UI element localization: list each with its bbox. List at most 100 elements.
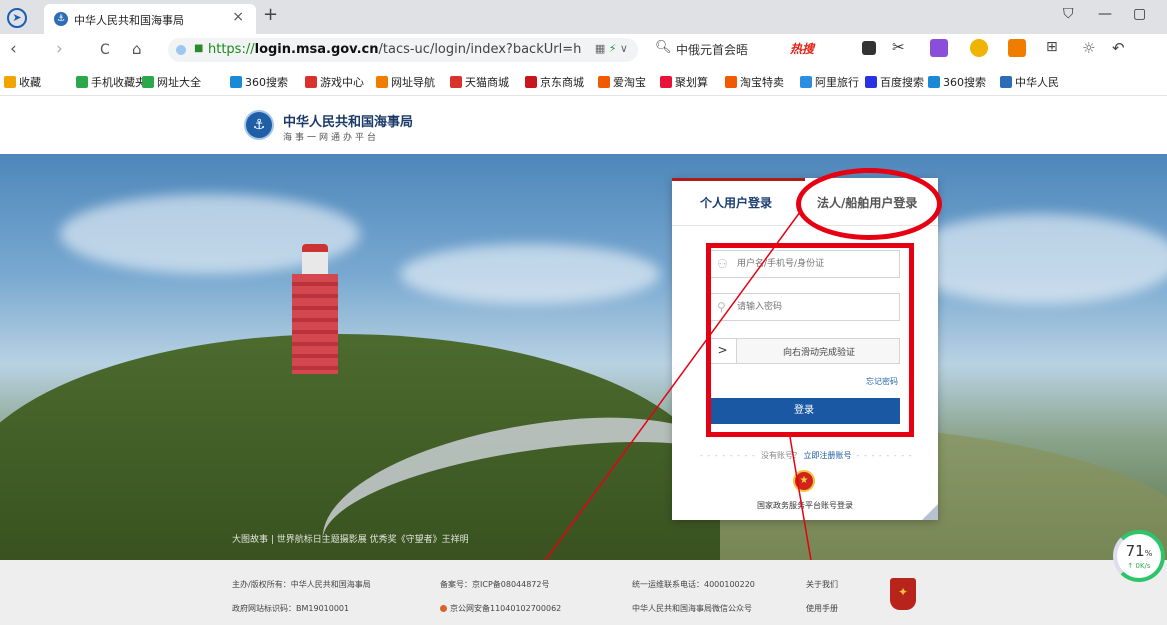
- bookmark-item[interactable]: 中华人民: [1000, 74, 1059, 90]
- bookmark-label: 百度搜索: [880, 76, 924, 89]
- cloud: [400, 244, 660, 304]
- bookmark-item[interactable]: 百度搜索: [865, 74, 924, 90]
- bookmark-icon: [142, 76, 154, 88]
- bookmark-item[interactable]: 天猫商城: [450, 74, 509, 90]
- photo-caption: 大图故事 | 世界航标日主题摄影展 优秀奖《守望者》王祥明: [232, 535, 469, 545]
- police-badge-icon: [440, 605, 447, 612]
- maximize-button[interactable]: ▢: [1133, 6, 1146, 22]
- bookmark-label: 手机收藏夹: [91, 76, 146, 89]
- footer-site-id: 政府网站标识码：BM19010001: [232, 604, 350, 613]
- gov-platform-login-link[interactable]: 国家政务服务平台账号登录: [672, 500, 938, 511]
- bookmark-icon: [660, 76, 672, 88]
- bookmark-icon: [865, 76, 877, 88]
- party-badge-icon[interactable]: ✦: [890, 578, 916, 610]
- url-text: https://login.msa.gov.cn/tacs-uc/login/i…: [208, 42, 582, 57]
- browser-titlebar: ➤ ⚓ 中华人民共和国海事局 × + ⛉ — ▢: [0, 0, 1167, 34]
- bookmark-item[interactable]: 爱淘宝: [598, 74, 646, 90]
- bookmark-label: 网址大全: [157, 76, 201, 89]
- bookmark-item[interactable]: 淘宝特卖: [725, 74, 784, 90]
- bookmark-item[interactable]: 网址导航: [376, 74, 435, 90]
- bookmark-icon: [376, 76, 388, 88]
- brightness-icon[interactable]: ☼: [1082, 39, 1100, 57]
- hero-banner: 大图故事 | 世界航标日主题摄影展 优秀奖《守望者》王祥明: [0, 154, 1167, 560]
- browser-tab[interactable]: ⚓ 中华人民共和国海事局 ×: [44, 4, 256, 34]
- tab-title: 中华人民共和国海事局: [74, 14, 184, 27]
- translate-icon[interactable]: [930, 39, 948, 57]
- annotation-rectangle: [706, 243, 914, 437]
- url-tools[interactable]: ▦ ⚡ ∨: [595, 42, 628, 55]
- forward-button[interactable]: ›: [56, 39, 63, 59]
- network-speed-widget[interactable]: 71% ↑ 0K/s: [1113, 530, 1165, 582]
- bookmark-icon: [450, 76, 462, 88]
- minimize-button[interactable]: —: [1098, 6, 1112, 22]
- bookmark-label: 淘宝特卖: [740, 76, 784, 89]
- apps-grid-icon[interactable]: ⊞: [1046, 39, 1064, 57]
- scissors-icon[interactable]: ✂: [892, 38, 910, 56]
- hot-search-badge[interactable]: 热搜: [790, 40, 814, 57]
- bookmark-label: 收藏: [19, 76, 41, 89]
- footer-police[interactable]: 京公网安备11040102700062: [440, 603, 561, 614]
- bookmark-label: 中华人民: [1015, 76, 1059, 89]
- bookmark-item[interactable]: 网址大全: [142, 74, 201, 90]
- bookmark-label: 聚划算: [675, 76, 708, 89]
- tab-personal-login[interactable]: 个人用户登录: [700, 194, 772, 211]
- reload-button[interactable]: C: [100, 42, 110, 58]
- bookmark-item[interactable]: 360搜索: [230, 74, 288, 90]
- site-name: 中华人民共和国海事局: [283, 115, 414, 130]
- bookmark-item[interactable]: 360搜索: [928, 74, 986, 90]
- restore-tabs-icon[interactable]: ⛉: [1063, 6, 1074, 22]
- coin-icon[interactable]: [970, 39, 988, 57]
- site-footer: [0, 560, 1167, 625]
- search-suggestion[interactable]: 中俄元首会晤: [676, 41, 748, 58]
- site-status-icon: [176, 45, 186, 55]
- bookmark-item[interactable]: 京东商城: [525, 74, 584, 90]
- active-tab-indicator: [672, 178, 805, 181]
- bookmark-icon: [800, 76, 812, 88]
- undo-icon[interactable]: ↶: [1112, 39, 1130, 57]
- cloud: [900, 214, 1167, 304]
- national-emblem-icon[interactable]: ★: [793, 470, 815, 492]
- footer-about-link[interactable]: 关于我们: [806, 579, 838, 590]
- bookmark-item[interactable]: 游戏中心: [305, 74, 364, 90]
- home-button[interactable]: ⌂: [132, 40, 142, 58]
- bookmark-label: 天猫商城: [465, 76, 509, 89]
- browser-logo-icon[interactable]: ➤: [7, 8, 27, 28]
- bookmark-icon: [305, 76, 317, 88]
- register-link[interactable]: 立即注册账号: [804, 451, 852, 460]
- back-button[interactable]: ‹: [10, 39, 17, 59]
- lighthouse-image: [288, 244, 342, 374]
- bolt-icon: ⚡: [608, 42, 617, 55]
- search-icon[interactable]: 🔍︎: [655, 40, 672, 55]
- reader-icon[interactable]: [862, 41, 876, 55]
- annotation-ellipse: [796, 168, 942, 240]
- extension-icon[interactable]: [1008, 39, 1026, 57]
- bookmark-icon: [598, 76, 610, 88]
- footer-wechat[interactable]: 中华人民共和国海事局微信公众号: [632, 603, 752, 614]
- bookmark-icon: [1000, 76, 1012, 88]
- no-account-text: 没有账号？: [761, 451, 801, 460]
- qr-corner-toggle[interactable]: [922, 504, 938, 520]
- bookmark-label: 爱淘宝: [613, 76, 646, 89]
- bookmarks-bar: 收藏 手机收藏夹 网址大全 360搜索 游戏中心 网址导航 天猫商城 京东商城 爱淘宝 聚划算 淘宝…: [0, 66, 1167, 96]
- bookmark-item[interactable]: 收藏: [4, 74, 41, 90]
- lock-icon: ■: [194, 43, 204, 54]
- bookmark-label: 京东商城: [540, 76, 584, 89]
- bookmark-label: 游戏中心: [320, 76, 364, 89]
- footer-icp[interactable]: 备案号：京ICP备08044872号: [440, 579, 550, 590]
- msa-emblem-icon: ⚓: [244, 110, 274, 140]
- new-tab-button[interactable]: +: [263, 4, 278, 25]
- bookmark-icon: [230, 76, 242, 88]
- bookmark-label: 360搜索: [245, 76, 288, 89]
- bookmark-item[interactable]: 聚划算: [660, 74, 708, 90]
- bookmark-label: 网址导航: [391, 76, 435, 89]
- site-header: [0, 96, 1167, 154]
- url-field[interactable]: ■ https://login.msa.gov.cn/tacs-uc/login…: [168, 38, 638, 62]
- bookmark-item[interactable]: 阿里旅行: [800, 74, 859, 90]
- site-subtitle: 海事一网通办平台: [283, 133, 380, 143]
- tab-close-icon[interactable]: ×: [232, 9, 244, 25]
- bookmark-item[interactable]: 手机收藏夹: [76, 74, 146, 90]
- bookmark-label: 阿里旅行: [815, 76, 859, 89]
- bookmark-icon: [76, 76, 88, 88]
- footer-manual-link[interactable]: 使用手册: [806, 603, 838, 614]
- bookmark-icon: [725, 76, 737, 88]
